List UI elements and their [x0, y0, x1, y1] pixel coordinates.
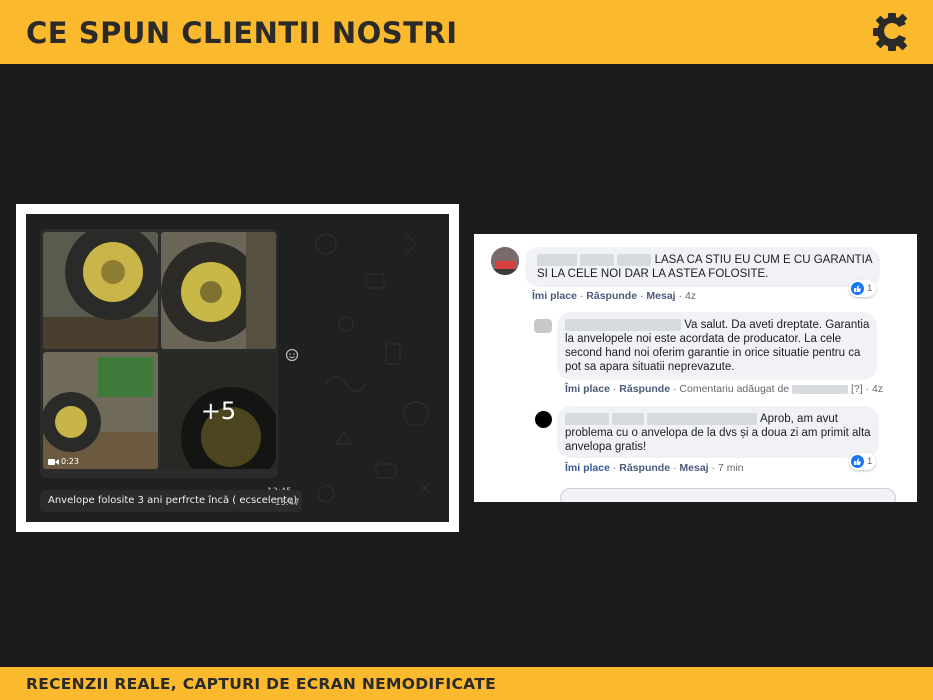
- comment-time: 4z: [872, 383, 884, 395]
- comment-actions: Îmi place · Răspunde · Mesaj · 7 min: [565, 462, 744, 474]
- added-by-help[interactable]: [?]: [851, 383, 863, 395]
- comment-bubble[interactable]: Va salut. Da aveti dreptate. Garantia la…: [557, 312, 877, 380]
- comment-actions: Îmi place · Răspunde · Mesaj · 4z: [532, 290, 697, 302]
- video-camera-icon: [48, 458, 59, 465]
- photo-album-bubble[interactable]: 0:23 +5 13:45: [40, 229, 292, 497]
- reply-link[interactable]: Răspunde: [619, 383, 670, 395]
- more-photos-count: +5: [200, 396, 237, 425]
- tire-photo-2[interactable]: [161, 232, 276, 349]
- comment-text: Va salut. Da aveti dreptate. Garantia: [684, 319, 870, 331]
- comment-text: problema cu o anvelopa de la dvs și a do…: [565, 427, 871, 439]
- reaction-count[interactable]: 1: [849, 453, 877, 470]
- avatar[interactable]: [535, 411, 552, 428]
- c-gear-logo-icon: [872, 12, 912, 52]
- caption-message-bubble[interactable]: Anvelope folosite 3 ani perfrcte încă ( …: [40, 490, 302, 512]
- chat-window: 0:23 +5 13:45 Anvelope folosite 3 ani pe…: [26, 214, 449, 522]
- more-photos-tile[interactable]: +5: [161, 352, 276, 469]
- like-link[interactable]: Îmi place: [565, 383, 610, 395]
- comment-text: Aprob, am avut: [759, 413, 838, 425]
- message-link[interactable]: Mesaj: [679, 462, 708, 474]
- reaction-count[interactable]: 1: [849, 280, 877, 297]
- chat-screenshot: 0:23 +5 13:45 Anvelope folosite 3 ani pe…: [16, 204, 459, 532]
- caption-timestamp: 13:47: [275, 498, 300, 508]
- thumbs-up-icon: [851, 282, 864, 295]
- smiley-icon[interactable]: [285, 348, 299, 362]
- reply-link[interactable]: Răspunde: [619, 462, 670, 474]
- reply-link[interactable]: Răspunde: [586, 290, 637, 302]
- thumbs-up-icon: [851, 455, 864, 468]
- message-link[interactable]: Mesaj: [646, 290, 675, 302]
- comments-screenshot: LASA CA STIU EU CUM E CU GARANTIA SI LA …: [474, 234, 917, 502]
- reply-input-edge[interactable]: [560, 488, 896, 502]
- comment-text: SI LA CELE NOI DAR LA ASTEA FOLOSITE.: [537, 268, 769, 280]
- comment-text: pot sa apara situatii neprevazute.: [565, 361, 735, 373]
- tire-photo-1[interactable]: [43, 232, 158, 349]
- footer-title: RECENZII REALE, CAPTURI DE ECRAN NEMODIF…: [26, 675, 496, 693]
- comment-text: second hand noi oferim garantie in orice…: [565, 347, 861, 359]
- avatar[interactable]: [491, 247, 519, 275]
- header-bar: CE SPUN CLIENTII NOSTRI: [0, 0, 933, 64]
- avatar[interactable]: [534, 319, 552, 333]
- added-by-note: Comentariu adăugat de: [679, 383, 790, 395]
- comment-bubble[interactable]: LASA CA STIU EU CUM E CU GARANTIA SI LA …: [525, 247, 880, 287]
- comment-text: LASA CA STIU EU CUM E CU GARANTIA: [654, 254, 873, 266]
- caption-text: Anvelope folosite 3 ani perfrcte încă ( …: [48, 495, 298, 506]
- comment-text: anvelopa gratis!: [565, 441, 647, 453]
- comment-actions: Îmi place · Răspunde · Comentariu adăuga…: [565, 383, 884, 395]
- comment-bubble[interactable]: Aprob, am avut problema cu o anvelopa de…: [557, 406, 879, 458]
- tractor-video-thumbnail[interactable]: 0:23: [43, 352, 158, 469]
- comment-time: 7 min: [717, 462, 744, 474]
- like-link[interactable]: Îmi place: [565, 462, 610, 474]
- video-duration: 0:23: [48, 457, 79, 466]
- page-title: CE SPUN CLIENTII NOSTRI: [26, 16, 458, 50]
- comment-time: 4z: [684, 290, 697, 302]
- like-link[interactable]: Îmi place: [532, 290, 577, 302]
- footer-bar: RECENZII REALE, CAPTURI DE ECRAN NEMODIF…: [0, 667, 933, 700]
- comment-text: la anvelopele noi este acordata de produ…: [565, 333, 842, 345]
